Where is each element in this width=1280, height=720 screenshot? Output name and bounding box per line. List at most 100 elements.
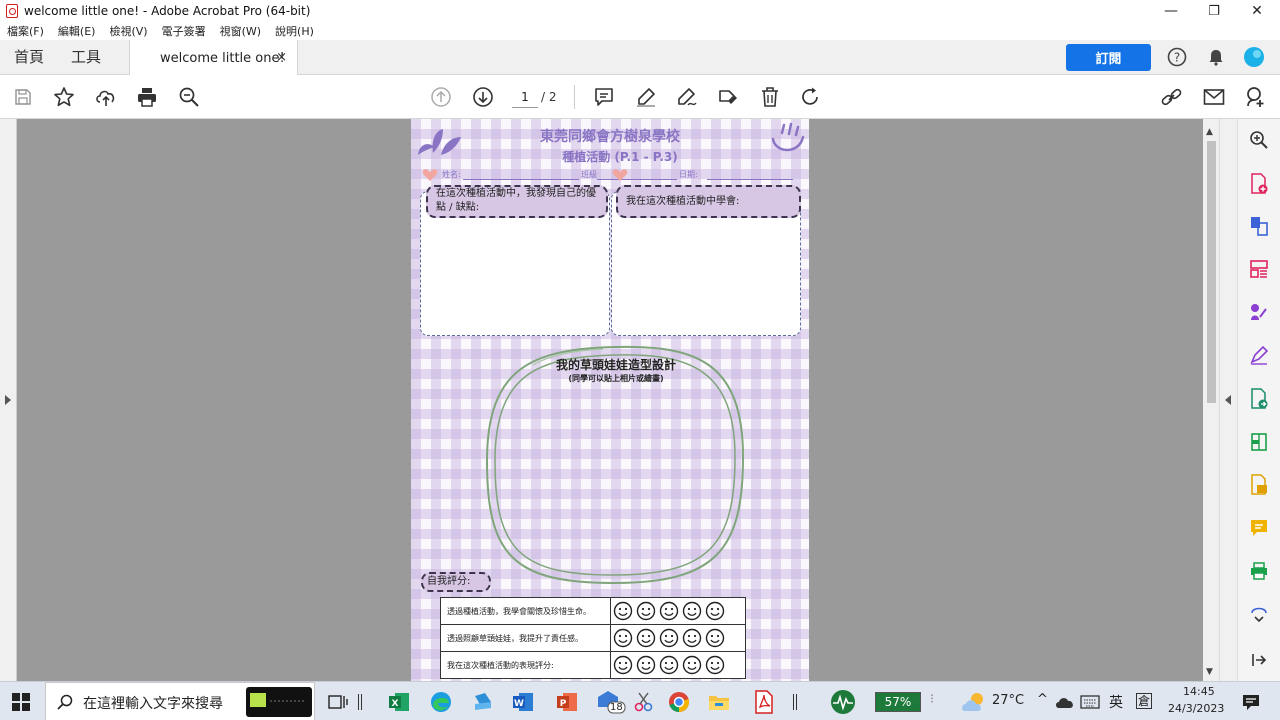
link-icon[interactable] [1160, 85, 1184, 109]
temperature[interactable]: 27°C [992, 693, 1024, 708]
print-icon[interactable] [135, 85, 159, 109]
scrollbar-thumb[interactable] [1207, 141, 1216, 403]
mail-app-icon[interactable]: 18 [596, 689, 626, 715]
highlight-icon[interactable] [634, 85, 658, 109]
clock-time[interactable]: 14:45 [1183, 685, 1215, 698]
chrome-icon[interactable] [666, 689, 692, 715]
smiley-face-icon[interactable] [705, 601, 725, 621]
smiley-face-icon[interactable] [636, 628, 656, 648]
search-highlight-image[interactable] [246, 687, 312, 717]
expand-panel-icon[interactable] [1248, 649, 1270, 671]
tab-tools[interactable]: 工具 [71, 40, 101, 75]
print-production-icon[interactable] [1248, 560, 1270, 582]
menu-file[interactable]: 檔案(F) [7, 23, 44, 39]
file-app-icon[interactable] [470, 689, 496, 715]
smiley-face-icon[interactable] [636, 601, 656, 621]
smiley-face-icon[interactable] [659, 601, 679, 621]
windows-start-icon[interactable] [8, 689, 34, 715]
notification-icon[interactable] [1238, 689, 1264, 715]
excel-icon[interactable]: X [386, 689, 412, 715]
search-input[interactable]: 在這裡輸入文字來搜尋 [83, 693, 223, 713]
acrobat-taskbar-icon[interactable] [751, 689, 777, 715]
help-icon[interactable]: ? [1166, 46, 1188, 68]
rating-faces[interactable] [610, 597, 746, 625]
cloud-sync-icon[interactable] [1054, 689, 1076, 715]
smiley-face-icon[interactable] [613, 655, 633, 675]
smiley-face-icon[interactable] [705, 628, 725, 648]
export-pdf-icon[interactable] [1248, 388, 1270, 410]
add-user-icon[interactable] [1243, 85, 1267, 109]
comment-icon[interactable] [592, 85, 616, 109]
fill-sign-icon[interactable] [1248, 301, 1270, 323]
close-window-button[interactable]: ✕ [1235, 0, 1279, 22]
smiley-face-icon[interactable] [613, 601, 633, 621]
page-number-input[interactable]: 1 [512, 86, 538, 108]
word-icon[interactable]: W [510, 689, 536, 715]
scan-icon[interactable] [1248, 431, 1270, 453]
snipping-tool-icon[interactable] [631, 689, 657, 715]
edit-stamp-icon[interactable] [716, 85, 740, 109]
right-panel-toggle[interactable] [1219, 119, 1237, 681]
menu-window[interactable]: 視窗(W) [220, 23, 261, 39]
smiley-face-icon[interactable] [682, 601, 702, 621]
zoom-out-icon[interactable] [177, 85, 201, 109]
ime-mode[interactable]: 倉 [1136, 693, 1153, 709]
tab-home[interactable]: 首頁 [14, 40, 44, 75]
subscribe-button[interactable]: 訂閱 [1066, 44, 1151, 71]
page-up-icon[interactable] [429, 85, 453, 109]
organize-pages-icon[interactable] [1248, 258, 1270, 280]
restore-button[interactable]: ❐ [1192, 0, 1236, 22]
clock-date[interactable]: 24/3/2023 [1168, 702, 1224, 715]
rating-faces[interactable] [610, 624, 746, 652]
create-pdf-icon[interactable] [1248, 173, 1270, 195]
draw-icon[interactable] [675, 85, 699, 109]
zoom-in-icon[interactable] [1248, 129, 1270, 151]
smiley-face-icon[interactable] [705, 655, 725, 675]
ime-language[interactable]: 英 [1109, 692, 1123, 712]
star-icon[interactable] [52, 85, 76, 109]
comment-tool-icon[interactable] [1248, 517, 1270, 539]
search-box[interactable]: 在這裡輸入文字來搜尋 [45, 682, 315, 720]
smiley-face-icon[interactable] [659, 655, 679, 675]
document-workspace[interactable]: 東莞同鄉會方樹泉學校 種植活動 (P.1 - P.3) 姓名: 班級 日期: 在… [0, 119, 1237, 681]
upload-icon[interactable] [94, 85, 118, 109]
battery-meter[interactable]: 57% [875, 692, 921, 712]
vertical-scrollbar[interactable]: ▲ ▼ [1203, 119, 1219, 681]
smiley-face-icon[interactable] [636, 655, 656, 675]
close-tab-button[interactable]: × [276, 50, 287, 65]
menu-help[interactable]: 說明(H) [275, 23, 314, 39]
activity-monitor-icon[interactable] [830, 689, 856, 715]
learned-heading: 我在這次種植活動中學會: [616, 185, 801, 218]
delete-icon[interactable] [758, 85, 782, 109]
left-panel-toggle[interactable] [0, 119, 17, 681]
keyboard-icon[interactable] [1078, 689, 1102, 715]
tray-expand-icon[interactable]: ^ [1037, 692, 1048, 707]
file-explorer-icon[interactable] [706, 689, 732, 715]
save-icon[interactable] [11, 85, 35, 109]
rotate-icon[interactable] [799, 85, 823, 109]
task-view-icon[interactable] [325, 689, 351, 715]
weather-icon[interactable] [960, 689, 990, 715]
protect-icon[interactable] [1248, 603, 1270, 625]
edge-icon[interactable] [428, 689, 454, 715]
tab-document[interactable]: welcome little one! × [129, 40, 298, 76]
smiley-face-icon[interactable] [682, 655, 702, 675]
menu-view[interactable]: 檢視(V) [109, 23, 147, 39]
page-down-icon[interactable] [471, 85, 495, 109]
scroll-down-icon[interactable]: ▼ [1206, 667, 1213, 677]
smiley-face-icon[interactable] [682, 628, 702, 648]
sign-icon[interactable] [1248, 344, 1270, 366]
smiley-face-icon[interactable] [613, 628, 633, 648]
mail-icon[interactable] [1202, 85, 1226, 109]
rating-faces[interactable] [610, 651, 746, 679]
bell-icon[interactable] [1205, 46, 1227, 68]
menu-esign[interactable]: 電子簽署 [162, 23, 206, 39]
combine-files-icon[interactable] [1248, 215, 1270, 237]
menu-edit[interactable]: 編輯(E) [58, 23, 96, 39]
send-icon[interactable] [1248, 474, 1270, 496]
smiley-face-icon[interactable] [659, 628, 679, 648]
avatar[interactable] [1243, 46, 1265, 68]
minimize-button[interactable]: — [1149, 0, 1193, 22]
scroll-up-icon[interactable]: ▲ [1206, 127, 1213, 137]
powerpoint-icon[interactable]: P [554, 689, 580, 715]
